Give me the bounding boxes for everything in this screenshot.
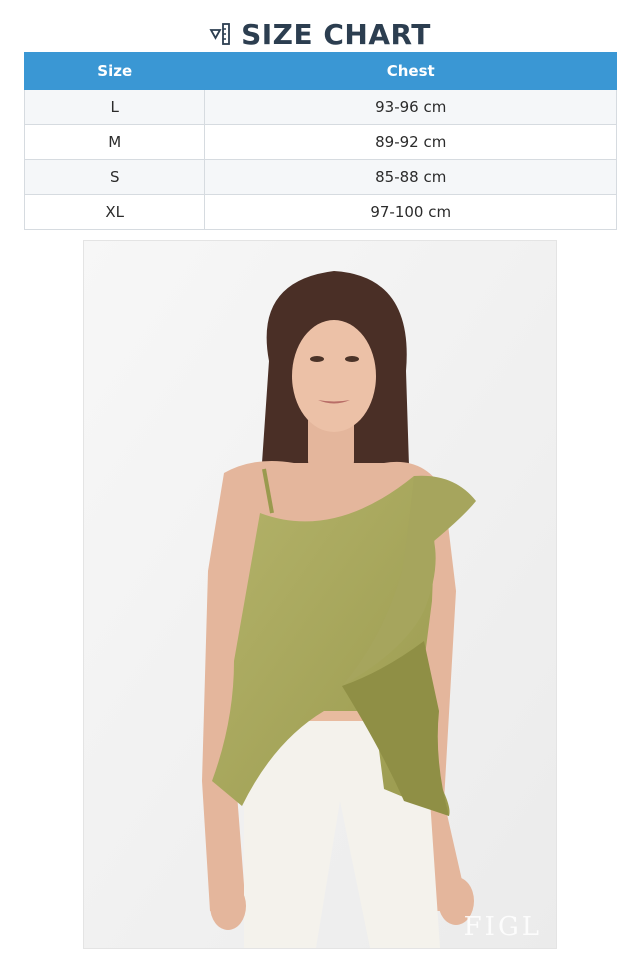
column-header-chest: Chest — [204, 52, 617, 90]
column-header-size: Size — [23, 52, 206, 90]
size-cell: S — [23, 159, 206, 195]
table-row: XL 97-100 cm — [23, 194, 617, 230]
size-chart-header: SIZE CHART — [0, 14, 640, 54]
page-title: SIZE CHART — [241, 17, 431, 51]
chest-cell: 85-88 cm — [204, 159, 617, 195]
brand-watermark: FIGL — [463, 912, 542, 942]
chest-cell: 93-96 cm — [204, 89, 617, 125]
size-cell: L — [23, 89, 206, 125]
chest-cell: 89-92 cm — [204, 124, 617, 160]
table-row: L 93-96 cm — [23, 89, 617, 125]
product-photo: FIGL — [83, 240, 557, 949]
size-table: Size Chest L 93-96 cm M 89-92 cm S 85-88… — [23, 52, 617, 230]
model-illustration — [84, 241, 556, 948]
size-cell: M — [23, 124, 206, 160]
table-row: S 85-88 cm — [23, 159, 617, 195]
chest-cell: 97-100 cm — [204, 194, 617, 230]
ruler-icon — [209, 22, 233, 46]
table-header-row: Size Chest — [23, 52, 617, 90]
size-cell: XL — [23, 194, 206, 230]
table-row: M 89-92 cm — [23, 124, 617, 160]
